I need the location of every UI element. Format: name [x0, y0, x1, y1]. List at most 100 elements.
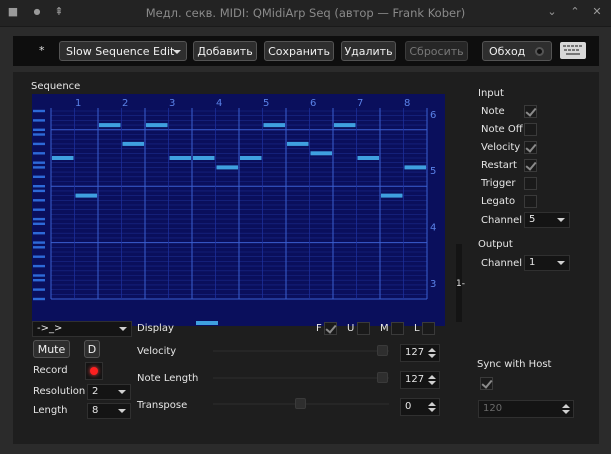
chevron-down-icon — [119, 327, 127, 331]
piano-key — [33, 128, 45, 131]
close-icon[interactable]: ✕ — [590, 5, 604, 19]
playhead-cursor — [196, 321, 218, 325]
chevron-down-icon — [557, 218, 565, 222]
sequence-note — [404, 165, 426, 170]
record-button[interactable] — [85, 362, 103, 380]
velocity-value: 127 — [405, 347, 425, 358]
save-button[interactable]: Сохранить — [264, 41, 334, 61]
minimize-icon[interactable]: ⌄ — [545, 5, 559, 19]
input-trigger-checkbox[interactable] — [524, 177, 537, 190]
maximize-icon[interactable]: ⌃ — [568, 5, 582, 19]
bypass-button[interactable]: Обход — [482, 41, 552, 61]
piano-key — [33, 133, 45, 136]
modified-marker: * — [39, 44, 45, 57]
spin-up-icon[interactable] — [428, 402, 436, 406]
piano-key — [33, 255, 45, 258]
sync-with-host-label: Sync with Host — [477, 359, 552, 370]
keyboard-icon[interactable] — [560, 42, 586, 59]
sequence-note — [216, 165, 238, 170]
sequence-note — [75, 193, 97, 198]
input-note-label: Note — [481, 106, 505, 117]
reset-button[interactable]: Сбросить — [405, 41, 468, 61]
scrollbar-side-label: 1- — [456, 279, 465, 289]
add-button[interactable]: Добавить — [193, 41, 257, 61]
transpose-spinbox[interactable]: 0 — [400, 398, 440, 416]
slider-handle[interactable] — [377, 345, 388, 356]
delete-button[interactable]: Удалить — [341, 41, 396, 61]
module-select[interactable]: Slow Sequence Edit — [59, 41, 187, 61]
spin-up-icon[interactable] — [562, 404, 570, 408]
piano-key — [33, 222, 45, 225]
loop-mode-select[interactable]: ->_> — [32, 321, 132, 337]
piano-key — [33, 274, 45, 277]
display-mid-checkbox[interactable] — [391, 322, 404, 335]
beat-label: 4 — [216, 98, 222, 109]
display-mid-label: M — [380, 323, 389, 334]
slider-handle[interactable] — [377, 372, 388, 383]
module-select-value: Slow Sequence Edit — [66, 45, 175, 58]
display-label: Display — [137, 323, 174, 334]
sequence-note — [287, 141, 309, 146]
piano-key — [33, 264, 45, 268]
display-full-label: F — [316, 323, 322, 334]
input-velocity-checkbox[interactable] — [524, 141, 537, 154]
piano-key — [33, 288, 45, 291]
sequence-grid[interactable]: 1 2 3 4 5 6 7 8 6 5 4 3 — [32, 94, 445, 326]
display-low-checkbox[interactable] — [422, 322, 435, 335]
tempo-value: 120 — [483, 403, 503, 414]
spin-up-icon[interactable] — [428, 348, 436, 352]
piano-key — [33, 109, 45, 113]
mute-button[interactable]: Mute — [33, 340, 70, 358]
input-channel-select[interactable]: 5 — [524, 212, 570, 228]
note-length-label: Note Length — [137, 373, 199, 384]
resolution-select[interactable]: 2 — [87, 384, 131, 400]
beat-label: 2 — [122, 98, 128, 109]
chevron-down-icon — [118, 390, 126, 394]
length-select[interactable]: 8 — [87, 403, 131, 419]
octave-label: 4 — [430, 223, 436, 234]
main-panel: Sequence 1 2 3 4 5 6 7 8 6 5 4 3 1- ->_> Mute D Rec… — [13, 72, 599, 444]
toolbar: * Slow Sequence Edit Добавить Сохранить … — [13, 36, 599, 66]
note-length-spinbox[interactable]: 127 — [400, 371, 440, 389]
title-bar: ■ ● ⇞ Медл. секв. MIDI: QMidiArp Seq (ав… — [0, 0, 611, 27]
display-upper-label: U — [347, 323, 355, 334]
tempo-spinbox[interactable]: 120 — [478, 400, 574, 418]
defer-button[interactable]: D — [84, 340, 100, 358]
sync-with-host-checkbox[interactable] — [480, 377, 493, 390]
spin-down-icon[interactable] — [428, 408, 436, 412]
velocity-spinbox[interactable]: 127 — [400, 344, 440, 362]
piano-key — [33, 166, 45, 169]
input-legato-checkbox[interactable] — [524, 195, 537, 208]
piano-key — [33, 208, 45, 211]
input-note-checkbox[interactable] — [524, 105, 537, 118]
spin-down-icon[interactable] — [428, 354, 436, 358]
sequence-note — [52, 156, 74, 160]
octave-label: 5 — [430, 166, 436, 177]
transpose-slider[interactable] — [213, 398, 389, 410]
slider-handle[interactable] — [295, 398, 306, 409]
input-note-off-checkbox[interactable] — [524, 123, 537, 136]
loop-mode-value: ->_> — [37, 323, 63, 334]
note-length-slider[interactable] — [213, 372, 389, 384]
resolution-value: 2 — [92, 386, 99, 397]
piano-key — [33, 119, 45, 122]
display-full-checkbox[interactable] — [324, 322, 337, 335]
piano-key — [33, 175, 45, 178]
display-upper-checkbox[interactable] — [357, 322, 370, 335]
beat-label: 8 — [404, 98, 410, 109]
velocity-slider[interactable] — [213, 345, 389, 357]
input-legato-label: Legato — [481, 196, 516, 207]
sequence-note — [146, 123, 168, 128]
transpose-label: Transpose — [137, 400, 188, 411]
output-channel-select[interactable]: 1 — [524, 255, 570, 271]
sequence-note — [263, 123, 285, 128]
note-length-value: 127 — [405, 374, 425, 385]
output-title: Output — [478, 239, 513, 250]
slider-track — [213, 377, 389, 379]
sequence-note — [122, 141, 144, 146]
input-restart-label: Restart — [481, 160, 517, 171]
spin-up-icon[interactable] — [428, 375, 436, 379]
spin-down-icon[interactable] — [562, 410, 570, 414]
input-restart-checkbox[interactable] — [524, 159, 537, 172]
spin-down-icon[interactable] — [428, 381, 436, 385]
